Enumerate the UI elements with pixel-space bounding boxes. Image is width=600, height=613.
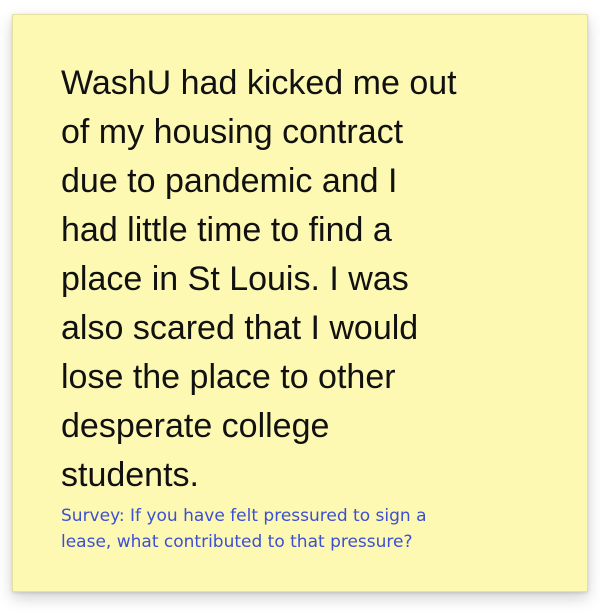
page: WashU had kicked me out of my housing co… [0, 0, 600, 613]
quote-text: WashU had kicked me out of my housing co… [61, 64, 457, 494]
sticky-note: WashU had kicked me out of my housing co… [12, 14, 588, 592]
survey-source-text: Survey: If you have felt pressured to si… [61, 506, 427, 552]
